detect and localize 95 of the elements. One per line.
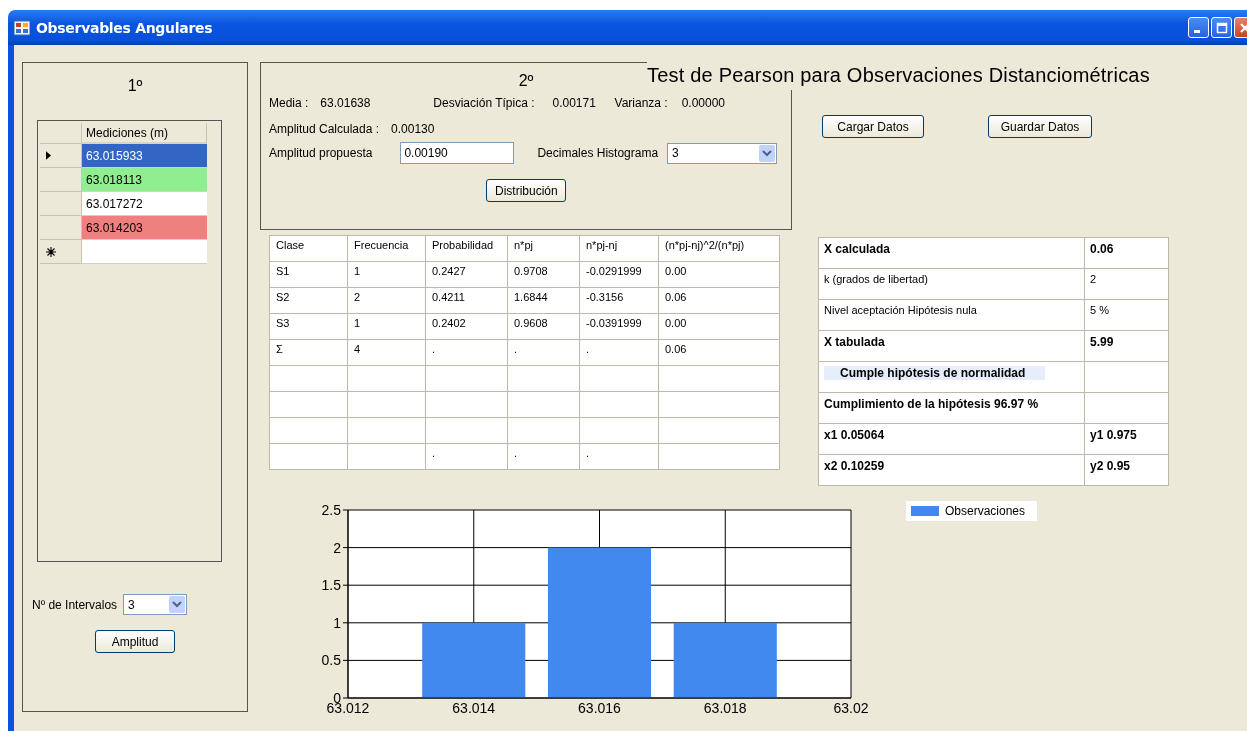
table-cell: -0.0291999 — [586, 265, 642, 277]
row-header — [40, 123, 82, 144]
column-header: Frecuencia — [354, 239, 409, 251]
result-value: y2 0.95 — [1090, 459, 1131, 473]
row-header[interactable] — [40, 144, 82, 168]
data-button[interactable]: Guardar Datos — [988, 115, 1092, 138]
y-tick-label: 1.5 — [321, 577, 341, 594]
table-cell: 0.9608 — [514, 317, 548, 329]
amplitude-input[interactable]: 0.00190 — [400, 142, 515, 164]
column-header: Probabilidad — [432, 239, 494, 251]
y-tick-label: 2 — [333, 539, 341, 556]
y-tick-label: 0.5 — [321, 652, 341, 669]
table-cell: 1.6844 — [514, 291, 548, 303]
legend-label: Observaciones — [945, 504, 1026, 518]
result-value: 5 % — [1090, 304, 1109, 316]
table-cell: . — [586, 447, 590, 459]
table-cell: 0.00 — [665, 265, 687, 277]
table-cell: 0.06 — [665, 291, 687, 303]
grid-cell[interactable]: 63.014203 — [82, 216, 207, 240]
table-cell: 0.9708 — [514, 265, 548, 277]
intervals-dropdown[interactable]: 3 — [123, 594, 188, 615]
table-cell: S3 — [276, 317, 290, 329]
table-cell: 4 — [354, 343, 361, 355]
grid-cell[interactable]: 63.018113 — [82, 168, 207, 192]
data-button[interactable]: Cargar Datos — [822, 115, 924, 138]
grid-cell[interactable]: 63.015933 — [82, 144, 207, 168]
decimals-dropdown[interactable]: 3 — [667, 142, 778, 164]
result-value: 0.06 — [1090, 242, 1114, 256]
result-value: 2 — [1090, 273, 1097, 285]
distribution-button[interactable]: Distribución — [486, 179, 566, 202]
table-cell: S2 — [276, 291, 290, 303]
table-cell: 0.00 — [665, 317, 687, 329]
column-header: n*pj — [514, 239, 533, 251]
column-header[interactable]: Mediciones (m) — [82, 123, 207, 144]
new-row-cell[interactable] — [82, 240, 207, 264]
table-cell: S1 — [276, 265, 290, 277]
table-cell: -0.3156 — [586, 291, 624, 303]
result-label: X tabulada — [824, 335, 885, 349]
table-cell: . — [432, 343, 436, 355]
column-header: n*pj-nj — [586, 239, 618, 251]
table-cell: . — [514, 447, 518, 459]
stat-label: Media : — [269, 96, 309, 110]
stat-label: Amplitud Calculada : — [269, 122, 380, 136]
result-label: Nivel aceptación Hipótesis nula — [824, 304, 977, 316]
stat-value: 0.00130 — [391, 122, 435, 136]
stat-value: 63.01638 — [320, 96, 372, 110]
result-label: Cumplimiento de la hipótesis 96.97 % — [824, 397, 1039, 411]
stat-label: Varianza : — [614, 96, 668, 110]
intervals-label: Nº de Intervalos — [32, 597, 118, 612]
result-label: x1 0.05064 — [824, 428, 885, 442]
table-cell: 2 — [354, 291, 361, 303]
close-icon — [1238, 21, 1247, 34]
result-label: X calculada — [824, 242, 891, 256]
result-value: y1 0.975 — [1090, 428, 1137, 442]
grid-cell[interactable]: 63.017272 — [82, 192, 207, 216]
x-tick-label: 63.018 — [703, 700, 747, 716]
table-cell: 1 — [354, 317, 361, 329]
window-title: Observables Angulares — [36, 19, 213, 36]
column-header: (n*pj-nj)^2/(n*pj) — [665, 239, 745, 251]
panel-heading: 1º — [127, 77, 143, 95]
amplitud-button[interactable]: Amplitud — [95, 630, 175, 653]
result-label: Cumple hipótesis de normalidad — [824, 366, 1046, 380]
y-tick-label: 1 — [333, 614, 341, 631]
row-header[interactable] — [40, 240, 82, 264]
field-label: Decimales Histograma — [537, 146, 659, 160]
result-value: 5.99 — [1090, 335, 1114, 349]
table-cell: 1 — [354, 265, 361, 277]
x-tick-label: 63.016 — [578, 700, 621, 716]
field-label: Amplitud propuesta — [269, 146, 373, 160]
result-label: x2 0.10259 — [824, 459, 885, 473]
stat-value: 0.00000 — [681, 96, 726, 110]
column-header: Clase — [276, 239, 305, 251]
table-cell: 0.06 — [665, 343, 687, 355]
result-label: k (grados de libertad) — [824, 273, 928, 285]
new-row-icon — [46, 246, 56, 257]
table-cell: -0.0391999 — [586, 317, 642, 329]
y-tick-label: 2.5 — [321, 502, 341, 518]
table-cell: 0.2402 — [432, 317, 466, 329]
x-tick-label: 63.02 — [833, 700, 869, 716]
table-cell: . — [432, 447, 436, 459]
table-cell: Σ — [276, 343, 283, 355]
table-cell: 0.4211 — [432, 291, 465, 303]
stat-value: 0.00171 — [552, 96, 597, 110]
app-icon — [14, 19, 30, 36]
maximize-button[interactable] — [1211, 17, 1232, 38]
table-cell: . — [514, 343, 518, 355]
stat-label: Desviación Típica : — [433, 96, 535, 110]
minimize-button[interactable] — [1188, 17, 1209, 38]
x-tick-label: 63.014 — [452, 700, 496, 716]
panel-heading: 2º — [518, 72, 534, 90]
maximize-icon — [1215, 21, 1228, 34]
table-cell: . — [586, 343, 590, 355]
minimize-icon — [1193, 30, 1200, 33]
page-title: Test de Pearson para Observaciones Distanciométricas — [647, 62, 1152, 90]
table-cell: 0.2427 — [432, 265, 466, 277]
